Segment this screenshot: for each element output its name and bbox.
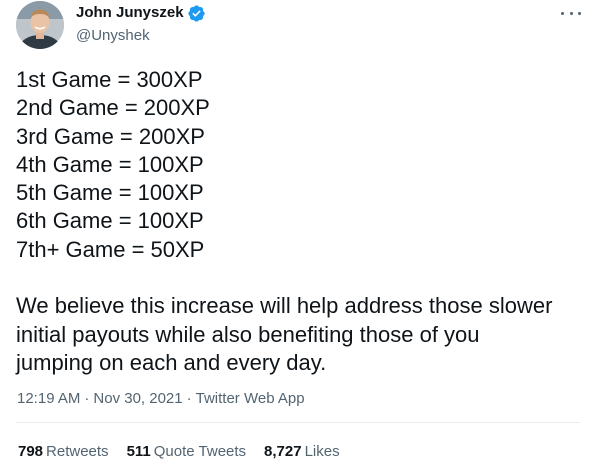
likes-stat[interactable]: 8,727 Likes: [264, 442, 340, 462]
xp-line: 6th Game = 100XP: [16, 208, 204, 234]
name-row: John Junyszek: [76, 3, 206, 23]
tweet-text: 1st Game = 300XP 2nd Game = 200XP 3rd Ga…: [16, 66, 591, 377]
tweet-source[interactable]: Twitter Web App: [196, 390, 305, 407]
more-dot: [569, 11, 573, 15]
author-block: John Junyszek @Unyshek: [76, 3, 206, 46]
retweets-stat[interactable]: 798 Retweets: [18, 442, 109, 462]
tweet-time[interactable]: 12:19 AM: [17, 390, 80, 407]
quote-tweets-label: Quote Tweets: [153, 443, 247, 460]
likes-count: 8,727: [264, 443, 302, 460]
tweet: John Junyszek @Unyshek 1st Game = 300XP …: [0, 0, 596, 475]
tweet-meta: 12:19 AM · Nov 30, 2021 · Twitter Web App: [17, 389, 305, 409]
meta-separator: ·: [186, 390, 192, 407]
handle[interactable]: @Unyshek: [76, 26, 206, 46]
avatar-image: [16, 1, 64, 49]
xp-line: 3rd Game = 200XP: [16, 123, 205, 149]
meta-separator: ·: [84, 390, 90, 407]
more-options-icon[interactable]: [561, 4, 581, 22]
paragraph-line: initial payouts while also benefiting th…: [16, 321, 480, 347]
xp-line: 1st Game = 300XP: [16, 67, 203, 92]
display-name[interactable]: John Junyszek: [76, 3, 184, 23]
likes-label: Likes: [304, 443, 340, 460]
paragraph-line: jumping on each and every day.: [16, 349, 327, 375]
more-dot: [578, 11, 581, 15]
verified-badge-icon: [187, 4, 206, 23]
engagement-stats: 798 Retweets 511 Quote Tweets 8,727 Likes: [18, 442, 358, 462]
xp-line: 4th Game = 100XP: [16, 151, 204, 177]
tweet-date[interactable]: Nov 30, 2021: [93, 390, 182, 407]
retweets-label: Retweets: [46, 443, 109, 460]
xp-line: 7th+ Game = 50XP: [16, 236, 205, 262]
paragraph-line: We believe this increase will help addre…: [16, 293, 553, 319]
avatar[interactable]: [16, 1, 64, 49]
divider: [16, 422, 580, 423]
quote-tweets-stat[interactable]: 511 Quote Tweets: [127, 442, 246, 462]
retweets-count: 798: [18, 443, 44, 460]
more-dot: [561, 11, 564, 15]
xp-line: 2nd Game = 200XP: [16, 95, 210, 121]
quote-tweets-count: 511: [126, 443, 151, 460]
xp-line: 5th Game = 100XP: [16, 180, 204, 206]
